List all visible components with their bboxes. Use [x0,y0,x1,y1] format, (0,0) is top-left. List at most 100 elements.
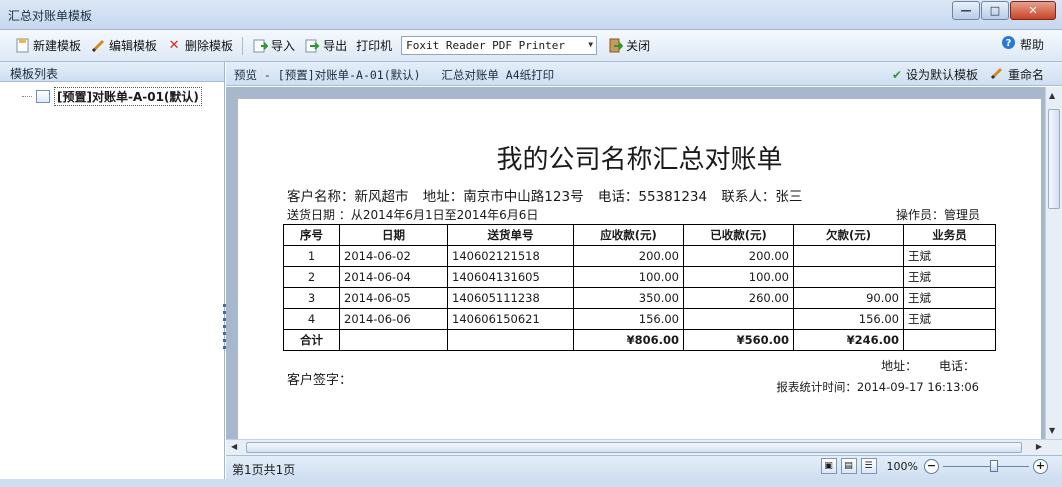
import-button[interactable]: 导入 [252,35,295,57]
report-page: 我的公司名称汇总对账单 客户名称：新风超市 地址：南京市中山路123号 电话：5… [238,99,1041,439]
printer-select[interactable]: Foxit Reader PDF Printer ▼ [401,36,598,55]
scroll-down-icon[interactable]: ▼ [1049,426,1055,435]
col-received: 已收款(元) [683,224,794,246]
scroll-left-icon[interactable]: ◀ [231,442,237,451]
delivery-date: 送货日期 ：从2014年6月1日至2014年6月6日 [287,208,539,222]
cell-owed [793,266,904,288]
help-label: 帮助 [1019,37,1044,52]
zoom-slider[interactable] [943,459,1029,474]
cell-seq: 1 [283,245,340,267]
help-icon: ? [1001,35,1016,53]
maximize-button[interactable]: □ [981,1,1009,20]
table-row: 4 2014-06-06 140606150621 156.00 156.00 … [283,308,996,330]
statement-table: 序号 日期 送货单号 应收款(元) 已收款(元) 欠款(元) 业务员 1 201… [283,224,996,351]
cell-seq: 4 [283,308,340,330]
col-receivable: 应收款(元) [573,224,684,246]
cell-delivery-no: 140604131605 [447,266,574,288]
total-row: 合计 ¥806.00 ¥560.00 ¥246.00 [283,329,996,351]
scroll-up-icon[interactable]: ▲ [1049,91,1055,100]
table-row: 2 2014-06-04 140604131605 100.00 100.00 … [283,266,996,288]
svg-text:?: ? [1006,38,1012,49]
minimize-button[interactable]: — [952,1,980,20]
footer-contact: 地址： 电话： [863,357,975,374]
multi-page-view-icon[interactable]: ☰ [860,458,877,474]
cell-seq: 3 [283,287,340,309]
export-button[interactable]: 导出 [304,35,347,57]
customer-phone: 电话：55381234 [597,189,708,205]
vertical-scroll-thumb[interactable] [1048,109,1060,209]
template-doc-icon [36,90,50,103]
printer-value: Foxit Reader PDF Printer [406,39,566,52]
table-header-row: 序号 日期 送货单号 应收款(元) 已收款(元) 欠款(元) 业务员 [283,224,996,246]
pencil-icon [90,38,106,54]
horizontal-scroll-thumb[interactable] [246,442,1022,453]
report-time: 报表统计时间：2014-09-17 16:13:06 [776,380,979,394]
tree-connector [22,96,32,97]
pencil-icon [990,66,1004,83]
total-empty-date [339,329,448,351]
total-empty-person [903,329,996,351]
template-list-panel: 模板列表 [预置]对账单-A-01(默认) [0,62,226,482]
cell-received [683,308,794,330]
preview-area: 我的公司名称汇总对账单 客户名称：新风超市 地址：南京市中山路123号 电话：5… [226,87,1062,439]
cell-receivable: 156.00 [573,308,684,330]
title-bar: 汇总对账单模板 — □ ✕ [0,0,1062,30]
export-icon [304,38,320,54]
preview-header: 预览 - [预置]对账单-A-01(默认) 汇总对账单 A4纸打印 ✔ 设为默认… [226,62,1062,86]
dropdown-arrow-icon: ▼ [588,40,594,49]
exit-icon [607,38,623,54]
vertical-scrollbar[interactable]: ▲ ▼ [1045,87,1062,439]
cell-date: 2014-06-06 [339,308,448,330]
cell-owed: 156.00 [793,308,904,330]
import-label: 导入 [271,39,296,53]
new-template-label: 新建模板 [33,39,82,53]
export-label: 导出 [323,39,348,53]
table-row: 1 2014-06-02 140602121518 200.00 200.00 … [283,245,996,267]
col-delivery-no: 送货单号 [447,224,574,246]
import-icon [252,38,268,54]
cell-delivery-no: 140606150621 [447,308,574,330]
cell-salesperson: 王斌 [903,266,996,288]
cell-received: 200.00 [683,245,794,267]
total-receivable: ¥806.00 [573,329,684,351]
cell-owed [793,245,904,267]
edit-template-label: 编辑模板 [109,39,158,53]
scroll-right-icon[interactable]: ▶ [1036,442,1042,451]
window-title: 汇总对账单模板 [8,9,93,23]
set-default-button[interactable]: ✔ 设为默认模板 [892,66,978,83]
edit-template-button[interactable]: 编辑模板 [90,35,157,57]
cell-salesperson: 王斌 [903,308,996,330]
close-tool-button[interactable]: 关闭 [607,35,650,57]
total-label: 合计 [283,329,340,351]
cell-receivable: 200.00 [573,245,684,267]
cell-salesperson: 王斌 [903,287,996,309]
template-item-label: [预置]对账单-A-01(默认) [54,87,202,106]
help-button[interactable]: ? 帮助 [1001,35,1044,53]
horizontal-scrollbar[interactable]: ◀ ▶ [226,439,1062,455]
cell-receivable: 100.00 [573,266,684,288]
close-button[interactable]: ✕ [1010,1,1056,20]
delete-x-icon: ✕ [168,38,180,53]
page-indicator: 第1页共1页 [232,463,296,477]
page-view-icon[interactable]: ▤ [840,458,857,474]
customer-address: 地址：南京市中山路123号 [422,189,584,205]
zoom-knob[interactable] [990,459,998,472]
rename-button[interactable]: 重命名 [990,66,1044,83]
new-doc-icon [14,38,30,54]
zoom-out-icon[interactable]: − [924,458,939,474]
set-default-label: 设为默认模板 [905,68,978,82]
window-bottom-edge [0,479,1062,487]
cell-received: 260.00 [683,287,794,309]
total-empty-no [447,329,574,351]
delete-template-label: 删除模板 [185,39,234,53]
col-owed: 欠款(元) [793,224,904,246]
zoom-in-icon[interactable]: + [1033,458,1048,474]
report-title: 我的公司名称汇总对账单 [496,145,783,175]
cell-date: 2014-06-02 [339,245,448,267]
cell-salesperson: 王斌 [903,245,996,267]
template-list-item[interactable]: [预置]对账单-A-01(默认) [22,87,202,106]
total-received: ¥560.00 [683,329,794,351]
new-template-button[interactable]: 新建模板 [14,35,81,57]
single-page-view-icon[interactable]: ▣ [820,458,837,474]
delete-template-button[interactable]: ✕ 删除模板 [166,35,233,57]
